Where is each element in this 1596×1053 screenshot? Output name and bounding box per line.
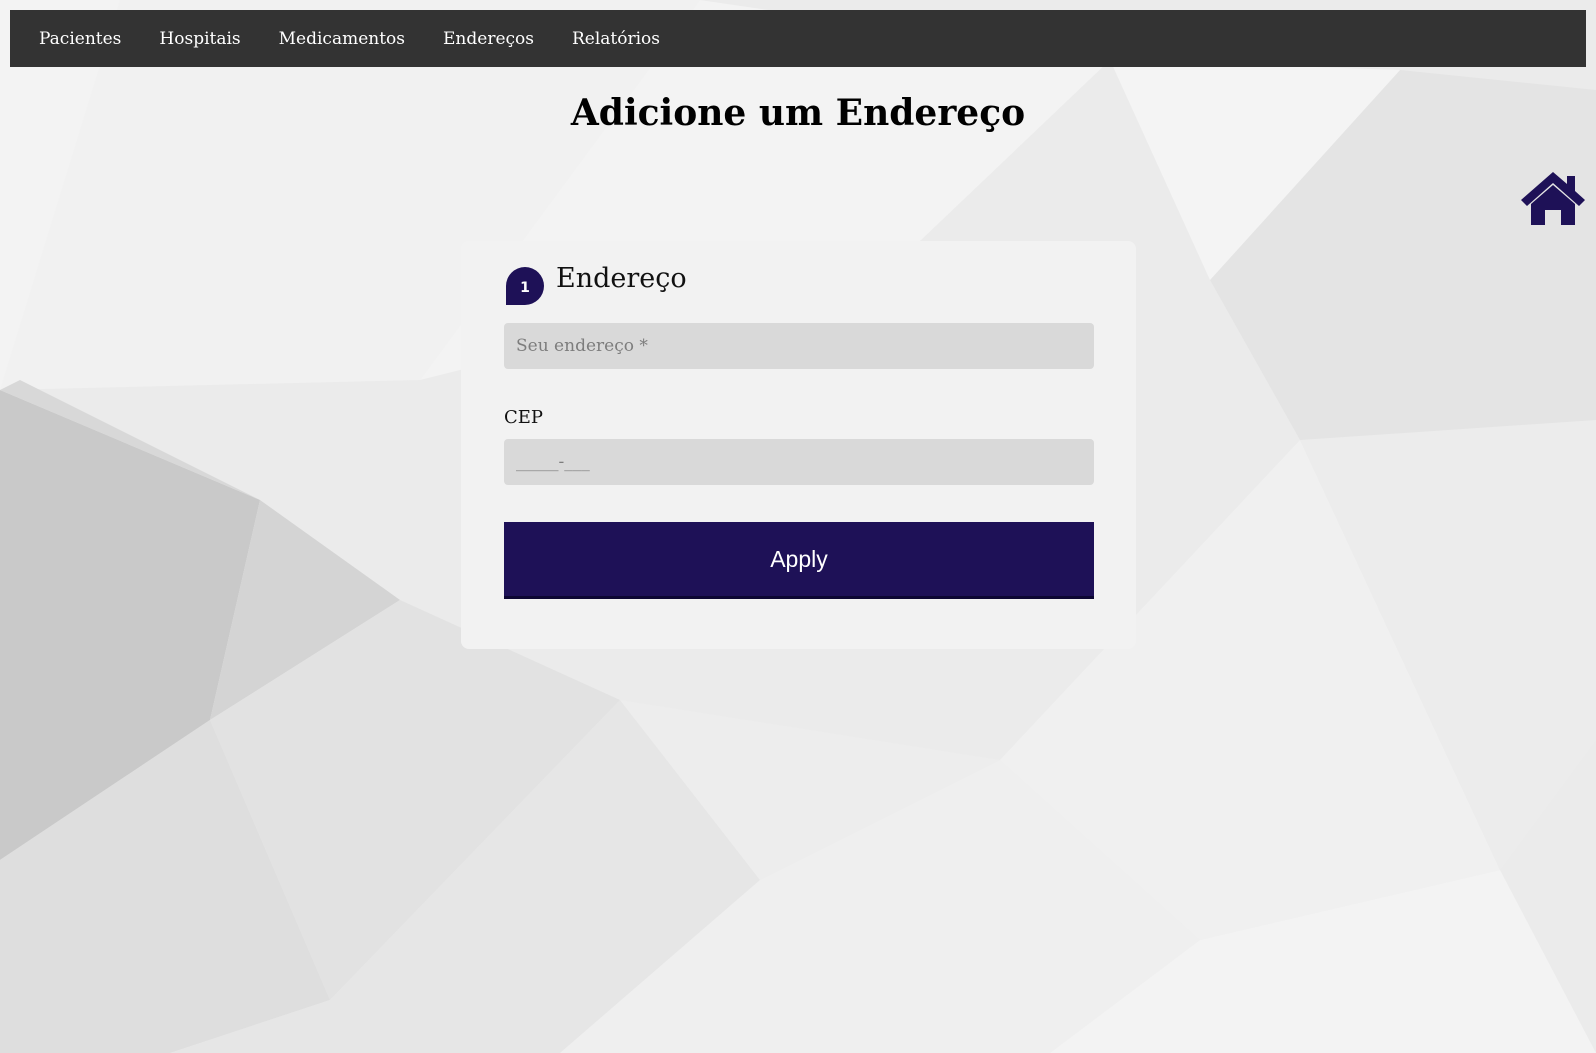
page-title: Adicione um Endereço	[570, 92, 1026, 134]
top-navbar: Pacientes Hospitais Medicamentos Endereç…	[10, 10, 1586, 67]
step-badge: 1	[506, 267, 544, 305]
cep-input[interactable]	[504, 439, 1094, 485]
address-form-card: 1 Endereço CEP Apply	[461, 241, 1136, 649]
cep-label: CEP	[504, 407, 544, 428]
address-input[interactable]	[504, 323, 1094, 369]
nav-item-hospitais[interactable]: Hospitais	[140, 29, 259, 49]
apply-button[interactable]: Apply	[504, 522, 1094, 599]
nav-item-enderecos[interactable]: Endereços	[424, 29, 553, 49]
nav-item-relatorios[interactable]: Relatórios	[553, 29, 679, 49]
home-icon[interactable]	[1519, 170, 1587, 226]
nav-item-medicamentos[interactable]: Medicamentos	[260, 29, 424, 49]
nav-item-pacientes[interactable]: Pacientes	[20, 29, 140, 49]
section-title: Endereço	[556, 263, 687, 294]
